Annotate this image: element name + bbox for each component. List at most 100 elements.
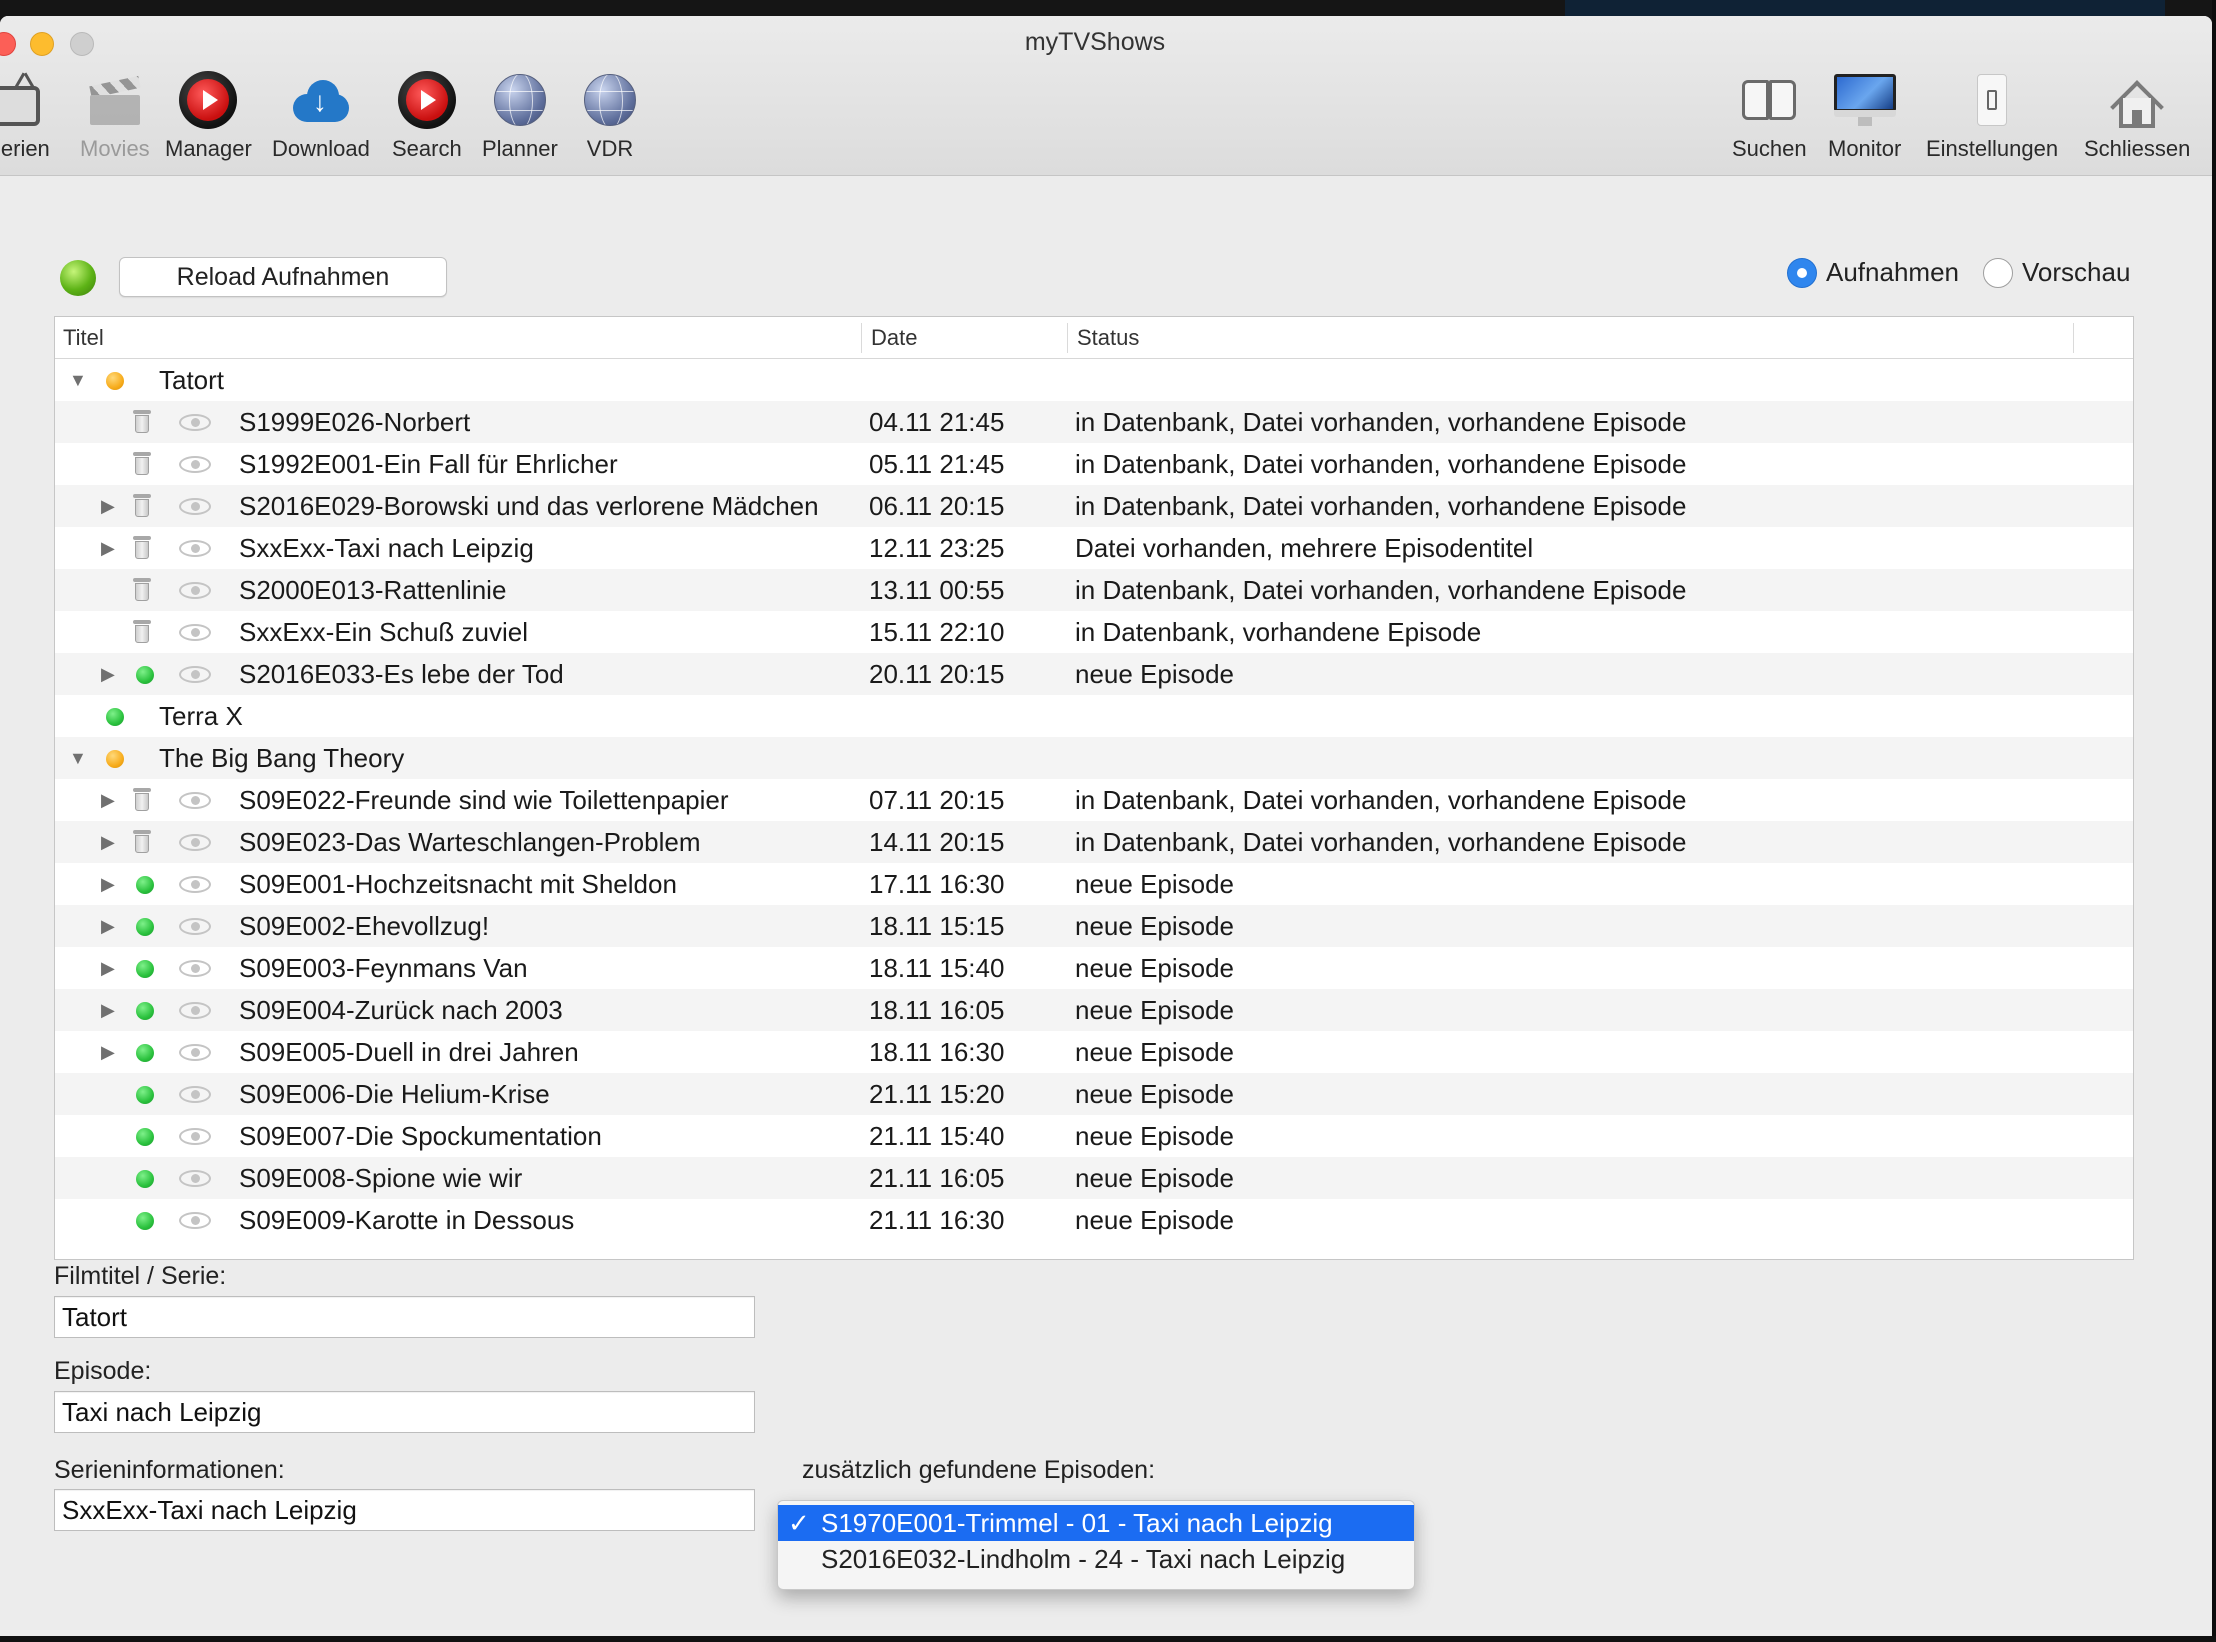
status-led-icon [136, 1128, 154, 1146]
trash-icon[interactable] [133, 620, 151, 644]
disclosure-triangle-icon[interactable]: ▶ [101, 821, 115, 863]
recordings-table[interactable]: Titel Date Status ▼ Tatort S1999E026-Norbe… [54, 316, 2134, 1260]
toolbar-movies-button[interactable]: Movies [80, 68, 150, 178]
column-header-title[interactable]: Titel [55, 317, 104, 359]
eye-icon[interactable] [179, 540, 211, 557]
eye-icon[interactable] [179, 960, 211, 977]
status-led-icon [136, 1170, 154, 1188]
trash-icon[interactable] [133, 788, 151, 812]
episode-row[interactable]: ▶ SxxExx-Taxi nach Leipzig 12.11 23:25 Date… [55, 527, 2133, 569]
toolbar-einstellungen-button[interactable]: Einstellungen [1926, 68, 2058, 178]
disclosure-triangle-icon[interactable]: ▶ [101, 527, 115, 569]
episode-row[interactable]: S09E007-Die Spockumentation 21.11 15:40 ne… [55, 1115, 2133, 1157]
eye-icon[interactable] [179, 1002, 211, 1019]
app-window: myTVShows Serien Movies Manager ↓ Downlo… [0, 16, 2212, 1642]
episode-row[interactable]: S09E009-Karotte in Dessous 21.11 16:30 neu… [55, 1199, 2133, 1241]
series-group-row[interactable]: ▼ The Big Bang Theory [55, 737, 2133, 779]
eye-icon[interactable] [179, 582, 211, 599]
eye-icon[interactable] [179, 414, 211, 431]
column-header-status[interactable]: Status [1069, 317, 1139, 359]
eye-icon[interactable] [179, 666, 211, 683]
toolbar-serien-button[interactable]: Serien [0, 68, 50, 178]
trash-icon[interactable] [133, 410, 151, 434]
trash-icon[interactable] [133, 494, 151, 518]
toolbar-manager-button[interactable]: Manager [165, 68, 252, 178]
episode-date: 14.11 20:15 [869, 827, 1005, 857]
eye-icon[interactable] [179, 1212, 211, 1229]
tv-icon [0, 72, 48, 128]
trash-icon[interactable] [133, 452, 151, 476]
disclosure-triangle-icon[interactable]: ▶ [101, 947, 115, 989]
status-led-icon [136, 876, 154, 894]
trash-icon[interactable] [133, 578, 151, 602]
disclosure-triangle-icon[interactable]: ▶ [101, 905, 115, 947]
series-group-row[interactable]: ▼ Tatort [55, 359, 2133, 401]
episode-row[interactable]: S09E008-Spione wie wir 21.11 16:05 neue Ep… [55, 1157, 2133, 1199]
episode-row[interactable]: S09E006-Die Helium-Krise 21.11 15:20 neue … [55, 1073, 2133, 1115]
episode-row[interactable]: S2000E013-Rattenlinie 13.11 00:55 in Daten… [55, 569, 2133, 611]
disclosure-triangle-icon[interactable]: ▶ [101, 1031, 115, 1073]
disclosure-triangle-icon[interactable]: ▶ [101, 779, 115, 821]
toolbar-search-button[interactable]: Search [392, 68, 462, 178]
toolbar-schliessen-button[interactable]: Schliessen [2084, 68, 2190, 178]
reload-recordings-button[interactable]: Reload Aufnahmen [119, 257, 447, 297]
series-info-label: Serieninformationen: [54, 1456, 285, 1484]
eye-icon[interactable] [179, 1170, 211, 1187]
trash-icon[interactable] [133, 536, 151, 560]
disclosure-triangle-icon[interactable]: ▶ [101, 653, 115, 695]
disclosure-triangle-icon[interactable]: ▶ [101, 485, 115, 527]
globe-icon [493, 74, 546, 126]
episode-row[interactable]: ▶ S2016E033-Es lebe der Tod 20.11 20:15 neu… [55, 653, 2133, 695]
episode-date: 20.11 20:15 [869, 659, 1005, 689]
episode-row[interactable]: ▶ S09E005-Duell in drei Jahren 18.11 16:30… [55, 1031, 2133, 1073]
disclosure-triangle-expanded-icon[interactable]: ▼ [69, 737, 87, 779]
eye-icon[interactable] [179, 456, 211, 473]
episode-row[interactable]: S1999E026-Norbert 04.11 21:45 in Datenbank… [55, 401, 2133, 443]
episode-row[interactable]: SxxExx-Ein Schuß zuviel 15.11 22:10 in Dat… [55, 611, 2133, 653]
episode-row[interactable]: ▶ S09E002-Ehevollzug! 18.11 15:15 neue Epis… [55, 905, 2133, 947]
radio-preview[interactable]: Vorschau [1983, 257, 2130, 288]
eye-icon[interactable] [179, 1128, 211, 1145]
disclosure-triangle-icon[interactable]: ▶ [101, 989, 115, 1031]
extra-episodes-menu[interactable]: ✓ S1970E001-Trimmel - 01 - Taxi nach Lei… [777, 1500, 1415, 1590]
eye-icon[interactable] [179, 918, 211, 935]
eye-icon[interactable] [179, 834, 211, 851]
connection-status-indicator [60, 260, 96, 296]
episode-status: neue Episode [1075, 659, 1235, 689]
episode-status: in Datenbank, vorhandene Episode [1075, 617, 1482, 647]
disclosure-triangle-icon[interactable]: ▶ [101, 863, 115, 905]
episode-field[interactable]: Taxi nach Leipzig [54, 1391, 755, 1433]
episode-row[interactable]: ▶ S09E004-Zurück nach 2003 18.11 16:05 neue… [55, 989, 2133, 1031]
toolbar-download-button[interactable]: ↓ Download [272, 68, 370, 178]
toolbar-suchen-button[interactable]: Suchen [1732, 68, 1807, 178]
series-group-row[interactable]: Terra X [55, 695, 2133, 737]
episode-row[interactable]: ▶ S09E022-Freunde sind wie Toilettenpapie… [55, 779, 2133, 821]
episode-row[interactable]: ▶ S2016E029-Borowski und das verlorene Mä… [55, 485, 2133, 527]
episode-row[interactable]: ▶ S09E001-Hochzeitsnacht mit Sheldon 17.11… [55, 863, 2133, 905]
extra-episode-option[interactable]: S2016E032-Lindholm - 24 - Taxi nach Leip… [778, 1541, 1414, 1577]
episode-status: neue Episode [1075, 995, 1235, 1025]
extra-episode-option[interactable]: ✓ S1970E001-Trimmel - 01 - Taxi nach Lei… [778, 1505, 1414, 1541]
episode-row[interactable]: ▶ S09E023-Das Warteschlangen-Problem 14.11… [55, 821, 2133, 863]
column-header-date[interactable]: Date [863, 317, 917, 359]
status-led-icon [136, 1044, 154, 1062]
eye-icon[interactable] [179, 1044, 211, 1061]
eye-icon[interactable] [179, 876, 211, 893]
eye-icon[interactable] [179, 498, 211, 515]
toolbar-planner-button[interactable]: Planner [482, 68, 558, 178]
episode-row[interactable]: S1992E001-Ein Fall für Ehrlicher 05.11 21… [55, 443, 2133, 485]
toolbar-monitor-button[interactable]: Monitor [1828, 68, 1901, 178]
episode-date: 18.11 16:05 [869, 995, 1005, 1025]
series-info-field[interactable]: SxxExx-Taxi nach Leipzig [54, 1489, 755, 1531]
radio-recordings[interactable]: Aufnahmen [1787, 257, 1959, 288]
eye-icon[interactable] [179, 624, 211, 641]
eye-icon[interactable] [179, 792, 211, 809]
episode-status: in Datenbank, Datei vorhanden, vorhanden… [1075, 827, 1687, 857]
toolbar-vdr-button[interactable]: VDR [578, 68, 642, 178]
trash-icon[interactable] [133, 830, 151, 854]
record-play-icon [179, 71, 238, 129]
film-title-field[interactable]: Tatort [54, 1296, 755, 1338]
disclosure-triangle-expanded-icon[interactable]: ▼ [69, 359, 87, 401]
episode-row[interactable]: ▶ S09E003-Feynmans Van 18.11 15:40 neue Epi… [55, 947, 2133, 989]
eye-icon[interactable] [179, 1086, 211, 1103]
